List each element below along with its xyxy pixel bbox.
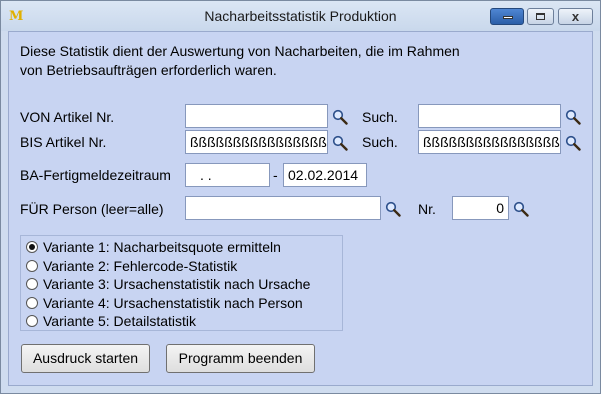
maximize-button[interactable] xyxy=(527,8,554,25)
bis-artikel-input[interactable]: ßßßßßßßßßßßßßßßß xyxy=(185,130,328,154)
radio-button[interactable] xyxy=(26,297,38,309)
description-line-1: Diese Statistik dient der Auswertung von… xyxy=(20,43,460,59)
variant-label: Variante 2: Fehlercode-Statistik xyxy=(43,258,238,274)
person-label: FÜR Person (leer=alle) xyxy=(20,201,164,217)
ba-from-date-input[interactable]: . . xyxy=(185,163,270,187)
search-icon[interactable] xyxy=(565,135,581,151)
ba-to-date-input[interactable]: 02.02.2014 xyxy=(283,163,367,187)
radio-button[interactable] xyxy=(26,278,38,290)
von-such-label: Such. xyxy=(362,109,398,125)
search-icon[interactable] xyxy=(513,201,529,217)
date-range-separator: - xyxy=(273,167,278,183)
radio-button[interactable] xyxy=(26,260,38,272)
bis-artikel-label: BIS Artikel Nr. xyxy=(20,134,107,150)
bis-such-input[interactable]: ßßßßßßßßßßßßßßßß xyxy=(418,130,561,154)
variant-label: Variante 3: Ursachenstatistik nach Ursac… xyxy=(43,276,311,292)
close-button[interactable]: x xyxy=(558,8,593,25)
nr-label: Nr. xyxy=(418,201,436,217)
search-icon[interactable] xyxy=(385,201,401,217)
variant-label: Variante 1: Nacharbeitsquote ermitteln xyxy=(43,239,281,255)
minimize-icon xyxy=(503,16,513,19)
variant-label: Variante 4: Ursachenstatistik nach Perso… xyxy=(43,295,303,311)
von-artikel-input[interactable] xyxy=(185,104,328,128)
variant-label: Variante 5: Detailstatistik xyxy=(43,313,197,329)
person-input[interactable] xyxy=(185,196,381,220)
ba-zeitraum-label: BA-Fertigmeldezeitraum xyxy=(20,167,171,183)
end-program-button[interactable]: Programm beenden xyxy=(166,344,315,373)
description-line-2: von Betriebsaufträgen erforderlich waren… xyxy=(20,62,277,78)
search-icon[interactable] xyxy=(332,109,348,125)
radio-button[interactable] xyxy=(26,315,38,327)
radio-button-selected[interactable] xyxy=(26,241,38,253)
search-icon[interactable] xyxy=(332,135,348,151)
maximize-icon xyxy=(536,13,545,20)
bis-such-label: Such. xyxy=(362,134,398,150)
von-such-input[interactable] xyxy=(418,104,561,128)
von-artikel-label: VON Artikel Nr. xyxy=(20,109,115,125)
close-icon: x xyxy=(571,9,580,24)
search-icon[interactable] xyxy=(565,109,581,125)
title-bar[interactable]: M Nacharbeitsstatistik Produktion x xyxy=(1,1,600,31)
start-print-button[interactable]: Ausdruck starten xyxy=(21,344,150,373)
person-nr-input[interactable]: 0 xyxy=(452,196,509,220)
minimize-button[interactable] xyxy=(490,8,524,25)
